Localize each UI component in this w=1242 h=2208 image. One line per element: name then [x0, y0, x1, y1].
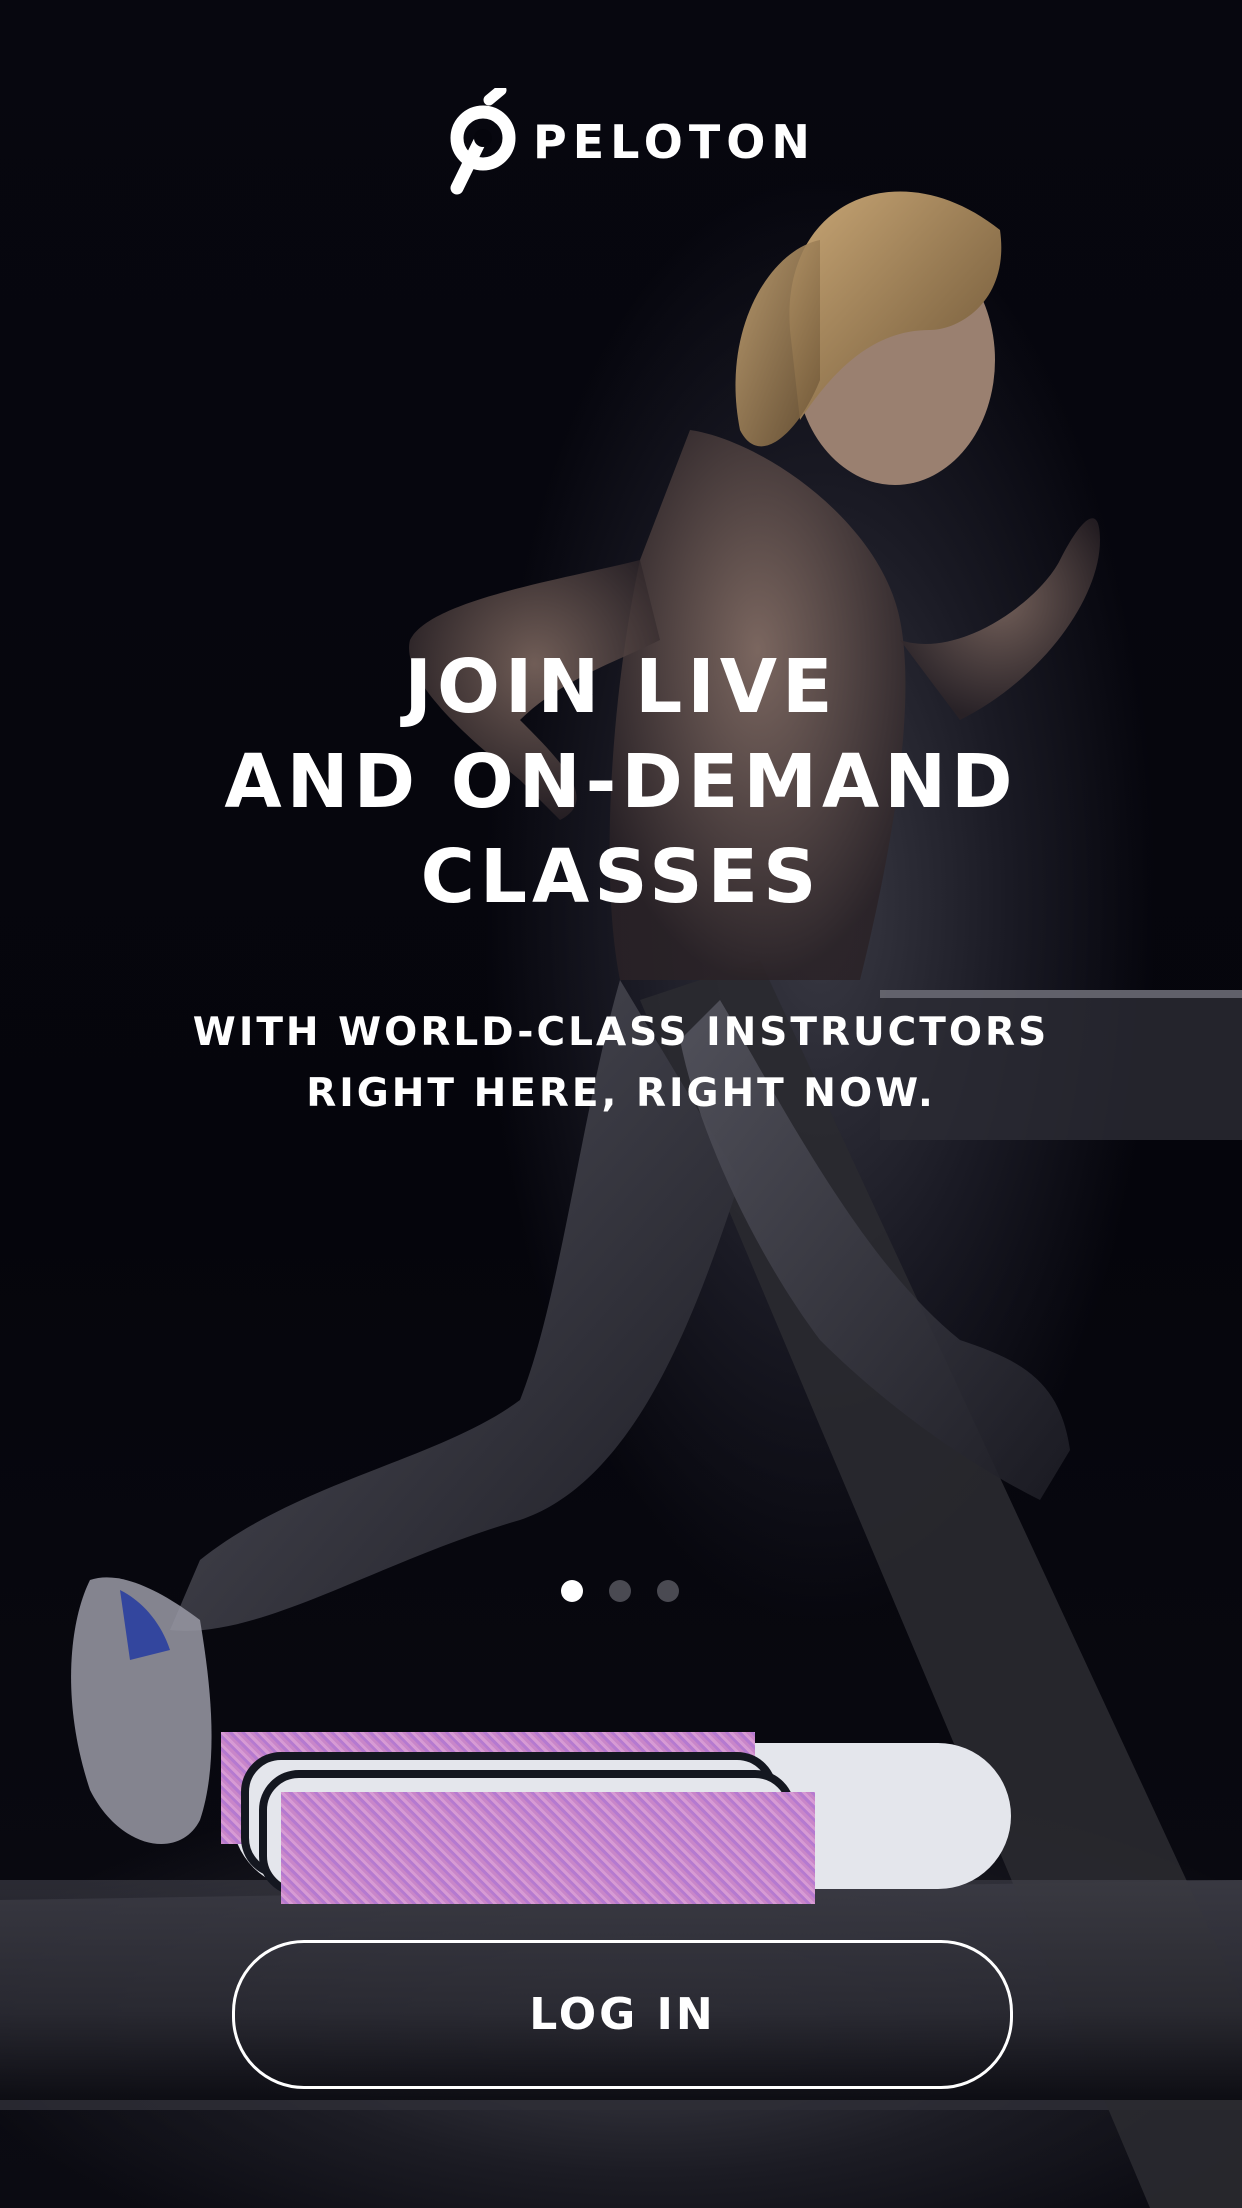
page-dot-3[interactable]	[657, 1580, 679, 1602]
redacted-overlay	[281, 1792, 815, 1904]
page-dot-2[interactable]	[609, 1580, 631, 1602]
brand-name: PELOTON	[533, 115, 816, 169]
headline-line: JOIN LIVE	[404, 644, 838, 730]
peloton-logo: PELOTON	[443, 88, 816, 196]
subheadline-line: WITH WORLD-CLASS INSTRUCTORS	[192, 1010, 1050, 1055]
subheadline-line: RIGHT HERE, RIGHT NOW.	[306, 1071, 936, 1116]
welcome-screen: PELOTON JOIN LIVE AND ON-DEMAND CLASSES …	[0, 0, 1242, 2208]
headline-line: CLASSES	[420, 834, 822, 920]
carousel-page-indicator[interactable]	[561, 1580, 679, 1602]
peloton-logo-icon	[450, 88, 516, 195]
login-button[interactable]: LOG IN	[232, 1940, 1013, 2089]
headline-line: AND ON-DEMAND	[224, 739, 1018, 825]
page-dot-1[interactable]	[561, 1580, 583, 1602]
hero-headline: JOIN LIVE AND ON-DEMAND CLASSES	[0, 640, 1242, 925]
hero-subheadline: WITH WORLD-CLASS INSTRUCTORS RIGHT HERE,…	[0, 1002, 1242, 1124]
